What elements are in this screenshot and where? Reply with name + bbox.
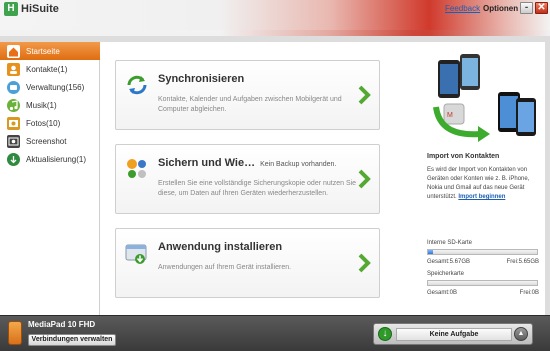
memory-card-bar: [427, 280, 538, 286]
device-name: MediaPad 10 FHD: [28, 320, 96, 329]
card-title: Sichern und Wie… Kein Backup vorhanden.: [158, 157, 336, 169]
minimize-button[interactable]: -: [520, 2, 533, 14]
expand-tasks-button[interactable]: ▲: [514, 327, 528, 341]
backup-card[interactable]: Sichern und Wie… Kein Backup vorhanden. E…: [115, 144, 380, 214]
download-icon: ↓: [378, 327, 392, 341]
chevron-right-icon: [357, 169, 371, 189]
sync-icon: [124, 72, 150, 98]
import-start-link[interactable]: Import beginnen: [458, 194, 505, 200]
card-description: Anwendungen auf Ihrem Gerät installieren…: [158, 264, 292, 271]
update-icon: [7, 152, 20, 166]
screenshot-icon: [7, 134, 20, 148]
sync-card[interactable]: Synchronisieren Kontakte, Kalender und A…: [115, 60, 380, 130]
chevron-right-icon: [357, 253, 371, 273]
sidebar-item-label: Screenshot: [26, 136, 67, 146]
side-panel: M Import von Kontakten Es wird der Impor…: [426, 42, 545, 315]
title-bar: H HiSuite Feedback Optionen - ✕: [0, 0, 550, 36]
sidebar-item-musik[interactable]: Musik(1): [0, 96, 99, 114]
app-title: HiSuite: [21, 3, 59, 15]
card-title: Synchronisieren: [158, 73, 245, 85]
memory-card-total: Gesamt:0B: [427, 290, 458, 296]
home-icon: [7, 44, 20, 58]
install-app-icon: [124, 240, 150, 266]
sidebar-item-label: Verwaltung(156): [26, 82, 85, 92]
device-icon: [8, 321, 22, 345]
manage-connections-button[interactable]: Verbindungen verwalten: [28, 334, 116, 346]
close-button[interactable]: ✕: [535, 2, 548, 14]
sidebar-item-startseite[interactable]: Startseite: [0, 42, 107, 60]
main-panel: Synchronisieren Kontakte, Kalender und A…: [100, 42, 545, 315]
card-description: Kontakte, Kalender und Aufgaben zwischen…: [158, 96, 342, 113]
svg-text:M: M: [447, 112, 453, 119]
memory-card-values: Gesamt:0B Frei:0B: [427, 290, 539, 296]
card-title: Anwendung installieren: [158, 241, 283, 253]
sidebar-item-label: Musik(1): [26, 100, 57, 110]
sidebar-item-screenshot[interactable]: Screenshot: [0, 132, 99, 150]
install-app-card[interactable]: Anwendung installieren Anwendungen auf I…: [115, 228, 380, 298]
backup-status: Kein Backup vorhanden.: [260, 161, 337, 168]
sidebar-item-fotos[interactable]: Fotos(10): [0, 114, 99, 132]
bottom-bar: MediaPad 10 FHD Verbindungen verwalten ↓…: [0, 315, 550, 351]
internal-sd-label: Interne SD-Karte: [427, 240, 473, 246]
feedback-link[interactable]: Feedback: [445, 4, 480, 13]
import-title: Import von Kontakten: [427, 153, 500, 160]
card-description: Erstellen Sie eine vollständige Sicherun…: [158, 180, 357, 197]
memory-card-free: Frei:0B: [519, 290, 539, 296]
card-title-text: Sichern und Wie…: [158, 157, 256, 169]
sidebar-item-label: Startseite: [26, 46, 60, 56]
task-status: Keine Aufgabe: [396, 328, 512, 341]
sidebar-item-label: Fotos(10): [26, 118, 61, 128]
internal-sd-free: Frei:5.65GB: [506, 259, 539, 265]
memory-card-label: Speicherkarte: [427, 271, 465, 277]
backup-icon: [124, 156, 150, 182]
photos-icon: [7, 116, 20, 130]
import-text: Es wird der Import von Kontakten von Ger…: [427, 166, 545, 202]
sidebar-item-aktualisierung[interactable]: Aktualisierung(1): [0, 150, 99, 168]
internal-sd-bar-fill: [428, 250, 434, 254]
options-menu[interactable]: Optionen: [483, 4, 518, 13]
task-panel: ↓ Keine Aufgabe ▲: [373, 323, 533, 345]
internal-sd-values: Gesamt:5.67GB Frei:5.65GB: [427, 259, 539, 265]
sidebar: Startseite Kontakte(1) Verwaltung(156) M…: [0, 42, 107, 315]
hisuite-logo-icon: H: [4, 2, 18, 16]
messages-icon: [7, 80, 20, 94]
sidebar-item-kontakte[interactable]: Kontakte(1): [0, 60, 99, 78]
internal-sd-bar: [427, 249, 538, 255]
phones-illustration-icon: M: [430, 52, 540, 147]
chevron-right-icon: [357, 85, 371, 105]
sidebar-item-label: Aktualisierung(1): [26, 154, 87, 164]
sidebar-item-verwaltung[interactable]: Verwaltung(156): [0, 78, 99, 96]
internal-sd-total: Gesamt:5.67GB: [427, 259, 471, 265]
music-icon: [7, 98, 20, 112]
sidebar-item-label: Kontakte(1): [26, 64, 68, 74]
contacts-icon: [7, 62, 20, 76]
